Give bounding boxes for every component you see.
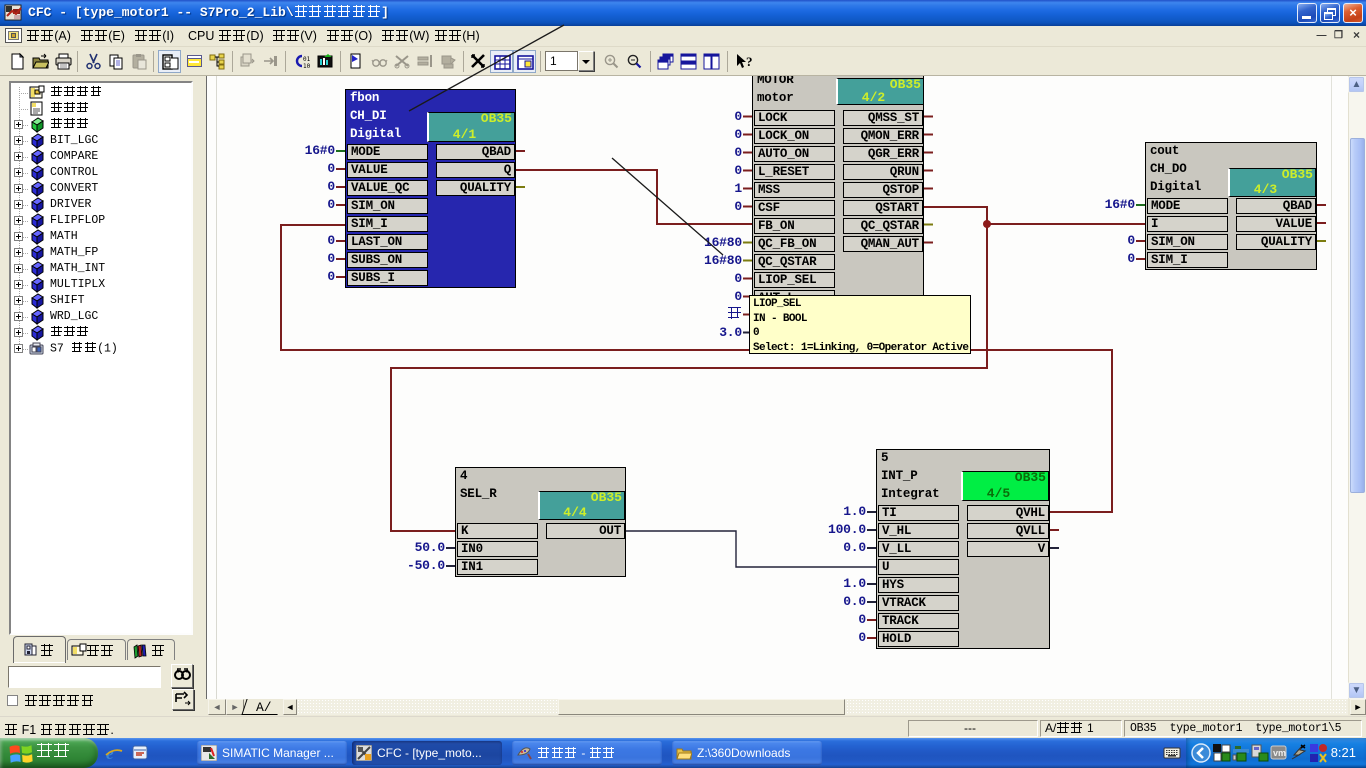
svg-text:01: 01	[303, 56, 311, 63]
svg-text:10: 10	[303, 63, 311, 70]
svg-text:vm: vm	[1273, 748, 1286, 758]
svg-text:?: ?	[746, 54, 753, 69]
